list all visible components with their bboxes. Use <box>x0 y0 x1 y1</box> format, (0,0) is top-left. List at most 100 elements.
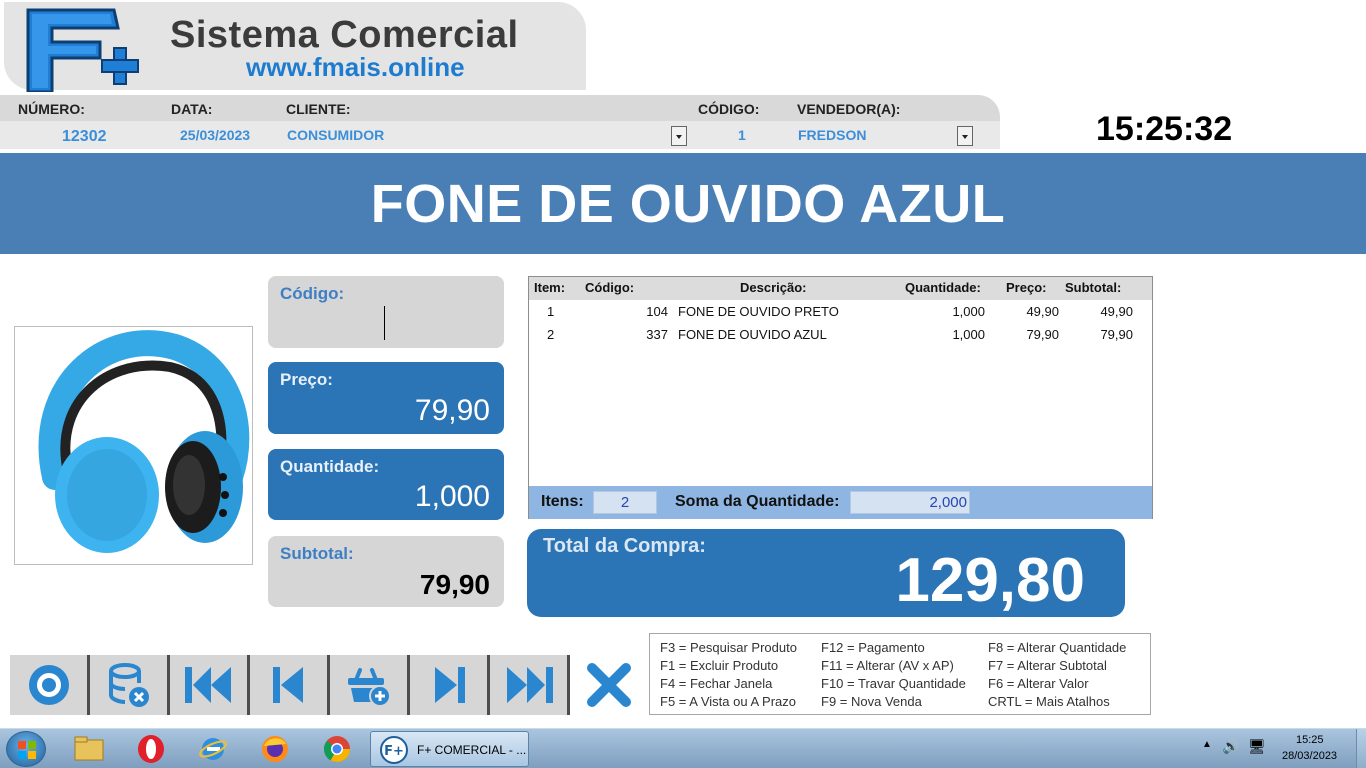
vendedor-dropdown-icon[interactable] <box>957 126 973 146</box>
first-record-icon <box>184 667 231 703</box>
data-label: DATA: <box>171 101 213 117</box>
cell-preco: 49,90 <box>1026 304 1059 319</box>
cell-codigo: 337 <box>646 327 668 342</box>
previous-record-button[interactable] <box>250 655 327 715</box>
shortcut-text: F7 = Alterar Subtotal <box>988 658 1107 673</box>
cell-descricao: FONE DE OUVIDO AZUL <box>678 327 827 342</box>
tray-arrow-icon[interactable]: ▲ <box>1202 739 1212 750</box>
f-plus-logo-icon <box>26 8 139 92</box>
shortcut-text: F6 = Alterar Valor <box>988 676 1089 691</box>
close-button[interactable] <box>570 655 647 715</box>
shortcut-text: CRTL = Mais Atalhos <box>988 694 1110 709</box>
f-plus-app-icon-text: F+ <box>384 744 404 759</box>
shortcut-text: F5 = A Vista ou A Prazo <box>660 694 796 709</box>
add-to-cart-button[interactable] <box>330 655 407 715</box>
table-row[interactable]: 1 104 FONE DE OUVIDO PRETO 1,000 49,90 4… <box>529 301 1152 323</box>
itens-label: Itens: <box>541 493 584 510</box>
vendedor-select[interactable]: FREDSON <box>798 127 866 143</box>
shortcut-text: F1 = Excluir Produto <box>660 658 779 673</box>
tray-time[interactable]: 15:25 <box>1296 734 1324 746</box>
taskbar-task-label: F+ COMERCIAL - ... <box>417 743 527 757</box>
previous-record-icon <box>272 667 303 703</box>
shortcut-text: F4 = Fechar Janela <box>660 676 773 691</box>
shortcut-text: F11 = Alterar (AV x AP) <box>821 658 954 673</box>
table-row[interactable]: 2 337 FONE DE OUVIDO AZUL 1,000 79,90 79… <box>529 324 1152 346</box>
blue-headphones-image <box>38 330 250 553</box>
col-subtotal: Subtotal: <box>1065 280 1122 295</box>
cell-subtotal: 79,90 <box>1100 327 1133 342</box>
f-comercial-taskbar-button[interactable]: F+ F+ COMERCIAL - ... <box>370 731 529 767</box>
soma-quantidade-label: Soma da Quantidade: <box>675 493 840 510</box>
codigo-field[interactable]: Código: <box>268 276 504 348</box>
subtotal-field[interactable]: Subtotal: 79,90 <box>268 536 504 607</box>
cart-add-icon <box>347 668 391 707</box>
col-item: Item: <box>534 280 566 295</box>
close-x-icon <box>586 663 631 707</box>
subtotal-field-label: Subtotal: <box>280 544 354 563</box>
table-header: Item: Código: Descrição: Quantidade: Pre… <box>529 277 1152 300</box>
preco-field-label: Preço: <box>280 370 333 389</box>
delete-product-button[interactable] <box>90 655 167 715</box>
col-preco: Preço: <box>1006 280 1047 295</box>
codigo-field-label: Código: <box>280 284 345 303</box>
vendedor-label: VENDEDOR(A): <box>797 101 901 117</box>
subtotal-field-value: 79,90 <box>419 569 490 600</box>
cell-codigo: 104 <box>646 304 668 319</box>
internet-explorer-taskbar-button[interactable] <box>196 733 230 765</box>
col-codigo: Código: <box>585 280 635 295</box>
cell-subtotal: 49,90 <box>1100 304 1133 319</box>
numero-value: 12302 <box>62 128 107 145</box>
cell-quantidade: 1,000 <box>952 304 985 319</box>
start-button[interactable] <box>6 731 46 767</box>
opera-taskbar-button[interactable] <box>134 733 168 765</box>
folder-icon <box>74 736 104 761</box>
shortcuts-panel: F3 = Pesquisar Produto F12 = Pagamento F… <box>649 633 1151 715</box>
network-icon[interactable]: 🖥 <box>1248 738 1266 755</box>
shortcut-text: F9 = Nova Venda <box>821 694 922 709</box>
disc-button[interactable] <box>10 655 87 715</box>
toolbar <box>10 655 650 715</box>
clock: 15:25:32 <box>1096 110 1233 148</box>
logo-url: www.fmais.online <box>246 52 465 82</box>
numero-label: NÚMERO: <box>18 101 85 117</box>
preco-field-value: 79,90 <box>414 394 490 427</box>
explorer-taskbar-button[interactable] <box>72 733 106 765</box>
quantidade-field[interactable]: Quantidade: 1,000 <box>268 449 504 520</box>
last-record-button[interactable] <box>490 655 567 715</box>
cliente-dropdown-icon[interactable] <box>671 126 687 146</box>
items-table[interactable]: Item: Código: Descrição: Quantidade: Pre… <box>528 276 1153 519</box>
cliente-select[interactable]: CONSUMIDOR <box>287 127 384 143</box>
chrome-icon <box>323 736 351 763</box>
cell-item: 2 <box>547 327 555 342</box>
firefox-taskbar-button[interactable] <box>258 733 292 765</box>
quantidade-field-label: Quantidade: <box>280 457 380 476</box>
logo-title: Sistema Comercial <box>170 14 519 56</box>
internet-explorer-icon <box>199 738 227 760</box>
next-record-button[interactable] <box>410 655 487 715</box>
opera-icon <box>138 735 164 763</box>
database-delete-icon <box>108 663 149 707</box>
volume-icon[interactable]: 🔊 <box>1222 738 1239 755</box>
show-desktop-button[interactable] <box>1356 729 1366 768</box>
f-plus-app-icon: F+ <box>380 736 408 764</box>
codigo-label: CÓDIGO: <box>698 101 760 117</box>
next-record-icon <box>434 667 465 703</box>
chrome-taskbar-button[interactable] <box>320 733 354 765</box>
table-footer: Itens: 2 Soma da Quantidade: 2,000 <box>529 486 1152 519</box>
taskbar: F+ F+ COMERCIAL - ... ▲ 🔊 🖥 15:25 28/03/… <box>0 728 1366 768</box>
last-record-icon <box>506 667 553 703</box>
cliente-label: CLIENTE: <box>286 101 351 117</box>
col-quantidade: Quantidade: <box>905 280 981 295</box>
preco-field[interactable]: Preço: 79,90 <box>268 362 504 434</box>
product-image <box>14 326 253 565</box>
data-value[interactable]: 25/03/2023 <box>180 127 250 143</box>
total-panel: Total da Compra: 129,80 <box>527 529 1125 617</box>
soma-quantidade-value: 2,000 <box>850 491 970 514</box>
total-label: Total da Compra: <box>543 535 706 557</box>
total-value: 129,80 <box>895 546 1085 615</box>
firefox-icon <box>262 736 288 762</box>
first-record-button[interactable] <box>170 655 247 715</box>
cell-preco: 79,90 <box>1026 327 1059 342</box>
shortcut-text: F8 = Alterar Quantidade <box>988 640 1127 655</box>
tray-date[interactable]: 28/03/2023 <box>1282 750 1337 762</box>
